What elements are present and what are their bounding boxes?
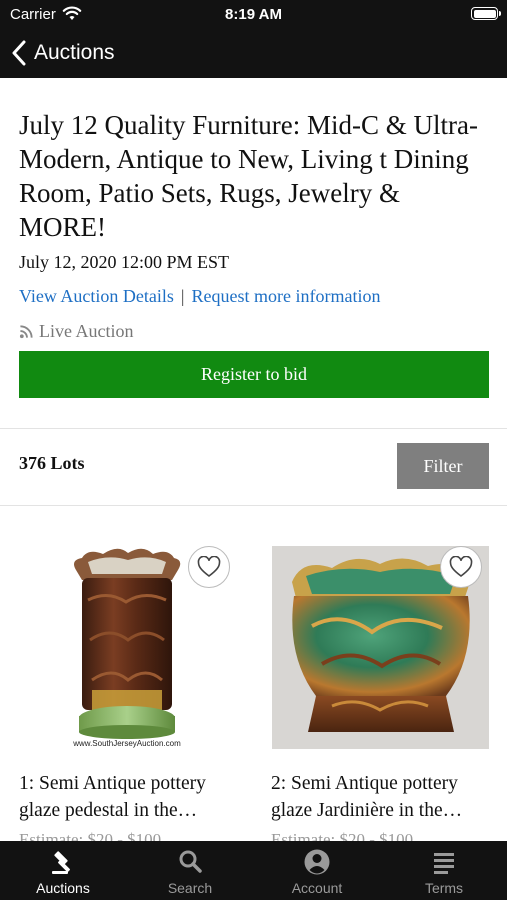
- battery-icon: [471, 7, 501, 20]
- heart-icon: [449, 556, 473, 578]
- rss-icon: [19, 325, 33, 339]
- divider: [0, 505, 507, 506]
- favorite-button[interactable]: [188, 546, 230, 588]
- tab-label: Account: [291, 880, 343, 896]
- auction-type-label: Live Auction: [39, 321, 134, 341]
- tab-bar: Auctions Search Account Terms: [0, 841, 507, 900]
- tab-terms[interactable]: Terms: [381, 841, 507, 900]
- nav-bar: Auctions: [0, 30, 507, 78]
- auction-header: July 12 Quality Furniture: Mid-C & Ultra…: [19, 108, 489, 342]
- view-auction-details-link[interactable]: View Auction Details: [19, 286, 174, 306]
- back-button[interactable]: Auctions: [10, 38, 115, 68]
- vase-image: www.SouthJerseyAuction.com: [48, 540, 206, 756]
- lot-title[interactable]: 1: Semi Antique pottery glaze pedestal i…: [19, 770, 239, 824]
- search-icon: [179, 850, 202, 873]
- favorite-button[interactable]: [440, 546, 482, 588]
- watermark-text: www.SouthJerseyAuction.com: [72, 739, 181, 748]
- divider: [0, 428, 507, 429]
- lots-count: 376 Lots: [19, 453, 85, 473]
- request-info-link[interactable]: Request more information: [192, 286, 381, 306]
- tab-account[interactable]: Account: [254, 841, 380, 900]
- link-separator: |: [180, 286, 185, 306]
- account-icon: [304, 849, 330, 875]
- terms-icon: [434, 853, 454, 874]
- auction-title: July 12 Quality Furniture: Mid-C & Ultra…: [19, 110, 478, 242]
- auction-date: July 12, 2020 12:00 PM EST: [19, 252, 230, 272]
- lot-image-vase[interactable]: www.SouthJerseyAuction.com: [48, 540, 206, 756]
- tab-search[interactable]: Search: [127, 841, 253, 900]
- tab-label: Auctions: [36, 880, 90, 896]
- auction-links: View Auction Details | Request more inform…: [19, 286, 489, 307]
- lot-title[interactable]: 2: Semi Antique pottery glaze Jardinière…: [271, 770, 491, 824]
- chevron-left-icon: [12, 40, 26, 66]
- heart-icon: [197, 556, 221, 578]
- status-time: 8:19 AM: [225, 6, 282, 23]
- status-bar: Carrier 8:19 AM: [0, 0, 507, 30]
- tab-label: Search: [167, 880, 213, 896]
- register-to-bid-button[interactable]: Register to bid: [19, 351, 489, 398]
- filter-button[interactable]: Filter: [397, 443, 489, 489]
- tab-label: Terms: [424, 880, 464, 896]
- gavel-icon: [52, 851, 70, 874]
- tab-auctions[interactable]: Auctions: [0, 841, 126, 900]
- back-button-label: Auctions: [34, 41, 115, 64]
- live-auction-indicator: Live Auction: [19, 321, 489, 342]
